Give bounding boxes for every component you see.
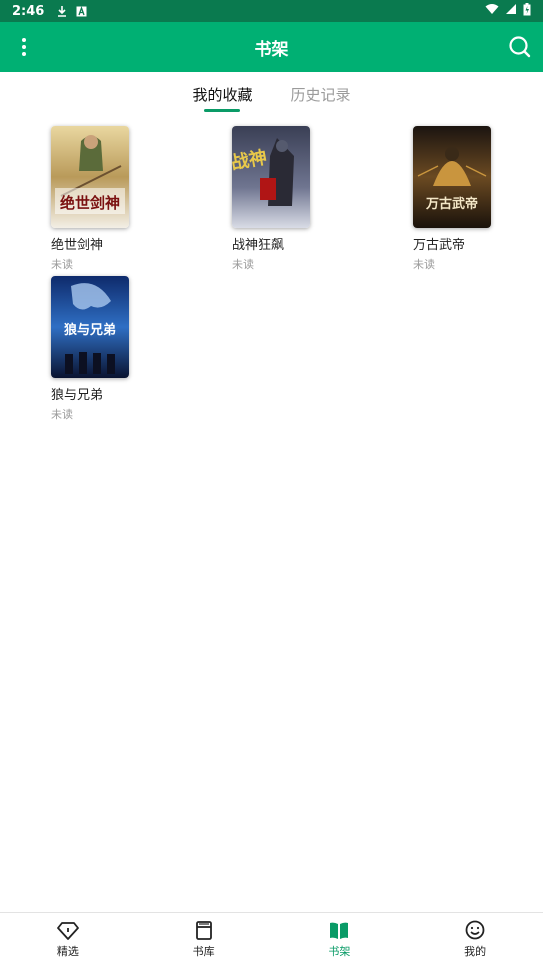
- signal-icon: [505, 3, 517, 19]
- shelf-tabs: 我的收藏 历史记录: [0, 72, 543, 116]
- book-item[interactable]: 万古武帝 万古武帝 未读: [413, 126, 533, 272]
- tab-indicator: [204, 109, 241, 112]
- book-title: 狼与兄弟: [51, 388, 104, 403]
- book-title: 绝世剑神: [51, 238, 104, 253]
- download-icon: [56, 5, 68, 17]
- app-bar: 书架: [0, 22, 543, 72]
- book-status: 未读: [232, 258, 254, 271]
- tab-label: 历史记录: [290, 85, 351, 104]
- book-item[interactable]: 战神 战神狂飙 未读: [232, 126, 352, 272]
- book-cover[interactable]: 战神: [232, 126, 310, 228]
- book-cover[interactable]: 绝世剑神: [51, 126, 129, 228]
- tab-favorites[interactable]: 我的收藏: [190, 72, 254, 116]
- book-status: 未读: [51, 258, 73, 271]
- bottom-nav: 精选 书库 书架 我的: [0, 912, 543, 965]
- book-item[interactable]: 狼与兄弟 狼与兄弟 未读: [51, 276, 171, 422]
- cover-title-text: 狼与兄弟: [63, 322, 116, 338]
- nav-item-mine[interactable]: 我的: [407, 913, 543, 965]
- book-status: 未读: [413, 258, 435, 271]
- nav-item-featured[interactable]: 精选: [0, 913, 136, 965]
- book-title: 万古武帝: [413, 238, 466, 253]
- tab-label: 我的收藏: [192, 85, 253, 104]
- book-status: 未读: [51, 408, 73, 421]
- smiley-icon: [465, 920, 485, 940]
- book-title: 战神狂飙: [232, 238, 285, 253]
- book-item[interactable]: 绝世剑神 绝世剑神 未读: [51, 126, 171, 272]
- open-book-icon: [330, 922, 349, 939]
- book-cover[interactable]: 万古武帝: [413, 126, 491, 228]
- nav-label: 精选: [56, 945, 79, 958]
- book-stack-icon: [195, 921, 212, 940]
- app-a-icon: [76, 5, 87, 17]
- diamond-icon: [56, 922, 79, 940]
- nav-label: 我的: [464, 945, 487, 958]
- nav-item-library[interactable]: 书库: [136, 913, 272, 965]
- status-bar: 2:46: [0, 0, 543, 22]
- nav-label: 书架: [328, 945, 351, 958]
- battery-icon: [523, 2, 531, 20]
- nav-item-bookshelf[interactable]: 书架: [272, 913, 408, 965]
- book-cover[interactable]: 狼与兄弟: [51, 276, 129, 378]
- wifi-icon: [485, 3, 499, 19]
- status-time: 2:46: [12, 3, 45, 19]
- tab-history[interactable]: 历史记录: [289, 72, 353, 116]
- more-vert-icon[interactable]: [12, 34, 36, 60]
- cover-title-text: 绝世剑神: [60, 194, 120, 212]
- cover-title-text: 万古武帝: [425, 196, 478, 212]
- nav-label: 书库: [192, 945, 215, 958]
- page-title: 书架: [254, 39, 289, 60]
- search-icon[interactable]: [507, 34, 533, 60]
